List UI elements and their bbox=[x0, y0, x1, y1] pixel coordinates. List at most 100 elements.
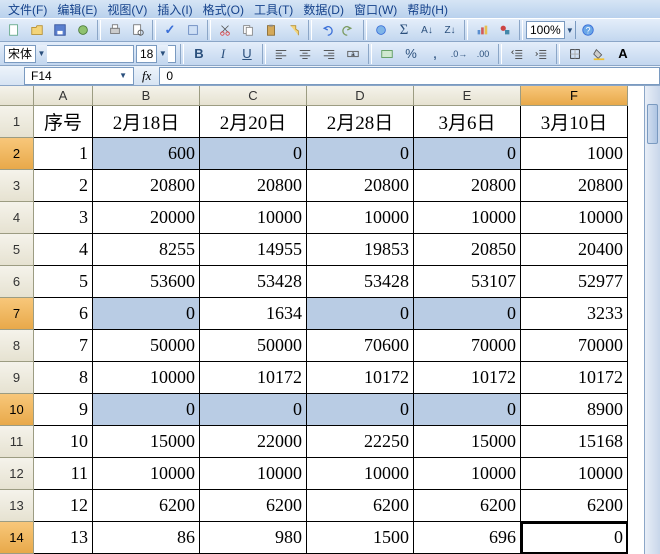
chevron-down-icon[interactable]: ▼ bbox=[156, 45, 168, 63]
italic-button[interactable]: I bbox=[212, 44, 234, 64]
cell[interactable]: 3233 bbox=[521, 298, 628, 330]
row-header-4[interactable]: 4 bbox=[0, 202, 34, 234]
menu-edit[interactable]: 编辑(E) bbox=[53, 1, 101, 18]
cell[interactable]: 11 bbox=[34, 458, 93, 490]
paste-icon[interactable] bbox=[260, 20, 282, 40]
row-header-6[interactable]: 6 bbox=[0, 266, 34, 298]
research-icon[interactable] bbox=[182, 20, 204, 40]
vertical-scrollbar[interactable] bbox=[644, 86, 660, 554]
cell[interactable]: 52977 bbox=[521, 266, 628, 298]
cell[interactable]: 86 bbox=[93, 522, 200, 554]
cell[interactable]: 10172 bbox=[521, 362, 628, 394]
row-header-5[interactable]: 5 bbox=[0, 234, 34, 266]
cell[interactable]: 10000 bbox=[521, 458, 628, 490]
cell[interactable]: 2 bbox=[34, 170, 93, 202]
cell[interactable]: 14955 bbox=[200, 234, 307, 266]
row-header-1[interactable]: 1 bbox=[0, 106, 34, 138]
cell[interactable]: 1500 bbox=[307, 522, 414, 554]
align-left-icon[interactable] bbox=[270, 44, 292, 64]
merge-center-icon[interactable]: a bbox=[342, 44, 364, 64]
increase-decimal-icon[interactable]: .0→ bbox=[448, 44, 470, 64]
header-cell[interactable]: 2月18日 bbox=[93, 106, 200, 138]
cell[interactable]: 22000 bbox=[200, 426, 307, 458]
cell[interactable]: 0 bbox=[521, 522, 628, 554]
cell[interactable]: 6200 bbox=[93, 490, 200, 522]
cell[interactable]: 0 bbox=[414, 298, 521, 330]
cell[interactable]: 15000 bbox=[414, 426, 521, 458]
help-icon[interactable]: ? bbox=[577, 20, 599, 40]
menu-data[interactable]: 数据(D) bbox=[299, 1, 348, 18]
column-header-a[interactable]: A bbox=[34, 86, 93, 106]
cut-icon[interactable] bbox=[214, 20, 236, 40]
comma-icon[interactable]: , bbox=[424, 44, 446, 64]
cell[interactable]: 0 bbox=[200, 138, 307, 170]
cell[interactable]: 10000 bbox=[93, 458, 200, 490]
cell[interactable]: 20800 bbox=[200, 170, 307, 202]
menu-help[interactable]: 帮助(H) bbox=[403, 1, 452, 18]
fx-label[interactable]: fx bbox=[134, 68, 159, 84]
cell[interactable]: 20800 bbox=[307, 170, 414, 202]
cell[interactable]: 53428 bbox=[200, 266, 307, 298]
cell[interactable]: 13 bbox=[34, 522, 93, 554]
cell[interactable]: 3 bbox=[34, 202, 93, 234]
cell[interactable]: 696 bbox=[414, 522, 521, 554]
percent-icon[interactable]: % bbox=[400, 44, 422, 64]
cell[interactable]: 10 bbox=[34, 426, 93, 458]
permission-icon[interactable] bbox=[72, 20, 94, 40]
row-header-14[interactable]: 14 bbox=[0, 522, 34, 554]
copy-icon[interactable] bbox=[237, 20, 259, 40]
menu-insert[interactable]: 插入(I) bbox=[153, 1, 196, 18]
column-header-c[interactable]: C bbox=[200, 86, 307, 106]
cell[interactable]: 8255 bbox=[93, 234, 200, 266]
cell[interactable]: 20800 bbox=[521, 170, 628, 202]
sort-asc-icon[interactable]: A↓ bbox=[416, 20, 438, 40]
header-cell[interactable]: 3月6日 bbox=[414, 106, 521, 138]
print-icon[interactable] bbox=[104, 20, 126, 40]
cell[interactable]: 1 bbox=[34, 138, 93, 170]
cell[interactable]: 600 bbox=[93, 138, 200, 170]
cell[interactable]: 0 bbox=[307, 394, 414, 426]
row-header-11[interactable]: 11 bbox=[0, 426, 34, 458]
name-box[interactable]: F14▼ bbox=[24, 67, 134, 85]
cell[interactable]: 53600 bbox=[93, 266, 200, 298]
cell[interactable]: 6200 bbox=[521, 490, 628, 522]
cell[interactable]: 1634 bbox=[200, 298, 307, 330]
cell[interactable]: 7 bbox=[34, 330, 93, 362]
row-header-10[interactable]: 10 bbox=[0, 394, 34, 426]
cell[interactable]: 10000 bbox=[521, 202, 628, 234]
cell[interactable]: 20000 bbox=[93, 202, 200, 234]
cell[interactable]: 10000 bbox=[307, 202, 414, 234]
cell[interactable]: 0 bbox=[414, 138, 521, 170]
cell[interactable]: 4 bbox=[34, 234, 93, 266]
decrease-decimal-icon[interactable]: .00 bbox=[472, 44, 494, 64]
row-header-3[interactable]: 3 bbox=[0, 170, 34, 202]
font-size-box[interactable]: 18▼ bbox=[136, 45, 176, 63]
chevron-down-icon[interactable]: ▼ bbox=[119, 71, 127, 80]
cell[interactable]: 6 bbox=[34, 298, 93, 330]
cell[interactable]: 980 bbox=[200, 522, 307, 554]
column-header-e[interactable]: E bbox=[414, 86, 521, 106]
header-cell[interactable]: 3月10日 bbox=[521, 106, 628, 138]
cell[interactable]: 6200 bbox=[200, 490, 307, 522]
cell[interactable]: 50000 bbox=[93, 330, 200, 362]
underline-button[interactable]: U bbox=[236, 44, 258, 64]
cell[interactable]: 53428 bbox=[307, 266, 414, 298]
cell[interactable]: 20400 bbox=[521, 234, 628, 266]
sort-desc-icon[interactable]: Z↓ bbox=[439, 20, 461, 40]
cell[interactable]: 50000 bbox=[200, 330, 307, 362]
menu-tools[interactable]: 工具(T) bbox=[250, 1, 297, 18]
format-painter-icon[interactable] bbox=[283, 20, 305, 40]
cell[interactable]: 53107 bbox=[414, 266, 521, 298]
increase-indent-icon[interactable] bbox=[530, 44, 552, 64]
cell[interactable]: 0 bbox=[93, 394, 200, 426]
cell[interactable]: 0 bbox=[200, 394, 307, 426]
cell[interactable]: 10000 bbox=[414, 458, 521, 490]
redo-icon[interactable] bbox=[338, 20, 360, 40]
print-preview-icon[interactable] bbox=[127, 20, 149, 40]
undo-icon[interactable] bbox=[315, 20, 337, 40]
cell[interactable]: 12 bbox=[34, 490, 93, 522]
menu-view[interactable]: 视图(V) bbox=[103, 1, 151, 18]
new-icon[interactable] bbox=[3, 20, 25, 40]
row-header-2[interactable]: 2 bbox=[0, 138, 34, 170]
formula-input[interactable]: 0 bbox=[159, 67, 660, 85]
